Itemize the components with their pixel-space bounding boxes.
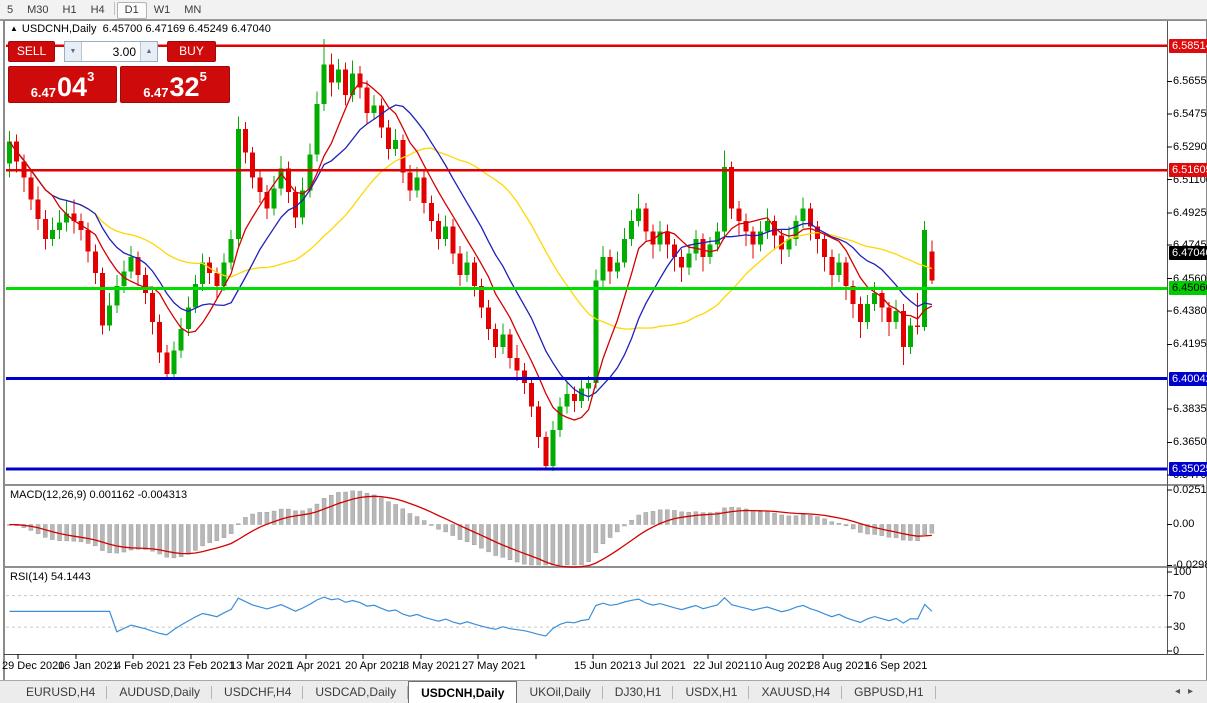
tab-scroll-left-icon[interactable]: ◂: [1175, 686, 1188, 697]
price-tick-label: 6.56550: [1173, 75, 1207, 88]
date-tick-label: 10 Aug 2021: [750, 660, 812, 672]
symbol-tab-usdchf[interactable]: USDCHF,H4: [212, 681, 303, 703]
toolbar-separator: [114, 2, 115, 15]
one-click-trade-panel: SELL ▼ ▲ BUY 6.47 04 3 6.47 32 5: [8, 41, 230, 103]
tab-scroll-arrows: ◂▸: [1175, 686, 1201, 697]
price-tick-label: 6.41950: [1173, 338, 1207, 351]
rsi-label: RSI(14) 54.1443: [10, 571, 91, 583]
date-tick-label: 8 May 2021: [403, 660, 460, 672]
date-axis-border: [4, 654, 1204, 655]
timeframe-button-m30[interactable]: M30: [20, 3, 55, 18]
volume-input[interactable]: [82, 42, 140, 61]
macd-axis-label: 0.025108: [1173, 484, 1207, 497]
info-ohlc: 6.45700 6.47169 6.45249 6.47040: [103, 23, 271, 35]
symbol-tab-usdx[interactable]: USDX,H1: [673, 681, 749, 703]
info-symbol: USDCNH,Daily: [22, 23, 97, 35]
symbol-tab-audusd[interactable]: AUDUSD,Daily: [107, 681, 212, 703]
pane-separator-rsi[interactable]: [4, 566, 1204, 568]
price-level-label: 6.51605: [1169, 163, 1207, 177]
volume-decrease-button[interactable]: ▼: [65, 42, 82, 61]
collapse-arrow-icon[interactable]: ▲: [10, 24, 18, 33]
timeframe-button-5[interactable]: 5: [0, 3, 20, 18]
sell-price-sup: 3: [87, 70, 94, 83]
symbol-tab-usdcnh[interactable]: USDCNH,Daily: [408, 681, 517, 703]
price-tick-label: 6.52900: [1173, 141, 1207, 154]
date-tick-label: 15 Jun 2021: [574, 660, 635, 672]
buy-price-box[interactable]: 6.47 32 5: [120, 66, 230, 103]
date-tick-label: 16 Jan 2021: [58, 660, 119, 672]
price-level-label: 6.45060: [1169, 281, 1207, 295]
tab-scroll-right-icon[interactable]: ▸: [1188, 686, 1201, 697]
price-tick-label: 6.43800: [1173, 305, 1207, 318]
sell-price-box[interactable]: 6.47 04 3: [8, 66, 117, 103]
buy-button[interactable]: BUY: [167, 41, 216, 62]
date-tick-label: 3 Jul 2021: [635, 660, 686, 672]
buy-price-prefix: 6.47: [143, 85, 168, 100]
price-level-label: 6.40042: [1169, 372, 1207, 386]
buy-price-main: 32: [170, 74, 200, 100]
timeframe-button-h1[interactable]: H1: [56, 3, 84, 18]
timeframe-button-d1[interactable]: D1: [117, 2, 147, 19]
rsi-axis-label: 100: [1173, 566, 1191, 579]
chart-info-line[interactable]: ▲ USDCNH,Daily 6.45700 6.47169 6.45249 6.…: [10, 23, 271, 35]
symbol-tab-usdcad[interactable]: USDCAD,Daily: [303, 681, 408, 703]
date-tick-label: 29 Dec 2020: [2, 660, 64, 672]
sell-button[interactable]: SELL: [8, 41, 55, 62]
rsi-axis-label: 70: [1173, 590, 1185, 603]
date-tick-label: 27 May 2021: [462, 660, 526, 672]
date-tick-label: 1 Apr 2021: [288, 660, 341, 672]
date-tick-label: 16 Sep 2021: [865, 660, 927, 672]
timeframe-button-w1[interactable]: W1: [147, 3, 178, 18]
symbol-tab-gbpusd[interactable]: GBPUSD,H1: [842, 681, 935, 703]
rsi-axis-label: 30: [1173, 621, 1185, 634]
buy-price-sup: 5: [200, 70, 207, 83]
timeframe-button-mn[interactable]: MN: [177, 3, 208, 18]
symbol-tab-eurusd[interactable]: EURUSD,H4: [14, 681, 107, 703]
macd-axis-label: 0.00: [1173, 518, 1194, 531]
price-tick-label: 6.49250: [1173, 207, 1207, 220]
date-tick-label: 20 Apr 2021: [345, 660, 404, 672]
price-tick-label: 6.36500: [1173, 436, 1207, 449]
sell-price-main: 04: [57, 74, 87, 100]
macd-label: MACD(12,26,9) 0.001162 -0.004313: [10, 489, 187, 501]
pane-separator-macd[interactable]: [4, 484, 1204, 486]
sell-price-prefix: 6.47: [31, 85, 56, 100]
symbol-tab-ukoil[interactable]: UKOil,Daily: [517, 681, 602, 703]
date-tick-label: 28 Aug 2021: [808, 660, 870, 672]
chart-window: [3, 20, 1207, 681]
volume-increase-button[interactable]: ▲: [140, 42, 157, 61]
date-tick-label: 22 Jul 2021: [693, 660, 750, 672]
price-axis-border: [1167, 21, 1168, 655]
volume-stepper: ▼ ▲: [64, 41, 158, 62]
symbol-tab-dj30[interactable]: DJ30,H1: [603, 681, 674, 703]
rsi-axis-label: 0: [1173, 645, 1179, 658]
price-level-label: 6.58514: [1169, 39, 1207, 53]
price-level-label: 6.35025: [1169, 462, 1207, 476]
date-tick-label: 13 Mar 2021: [230, 660, 292, 672]
price-tick-label: 6.54750: [1173, 108, 1207, 121]
timeframe-button-h4[interactable]: H4: [84, 3, 112, 18]
price-level-label: 6.47040: [1169, 246, 1207, 260]
date-tick-label: 4 Feb 2021: [115, 660, 171, 672]
price-tick-label: 6.38350: [1173, 403, 1207, 416]
symbol-tab-bar: EURUSD,H4AUDUSD,DailyUSDCHF,H4USDCAD,Dai…: [0, 680, 1207, 703]
symbol-tab-xauusd[interactable]: XAUUSD,H4: [749, 681, 842, 703]
trading-platform: 5M30H1H4D1W1MN ▲USDCNH,Daily 6.45700 6.4…: [0, 0, 1207, 703]
timeframe-toolbar: 5M30H1H4 D1W1MN: [0, 0, 1207, 21]
date-tick-label: 23 Feb 2021: [173, 660, 235, 672]
